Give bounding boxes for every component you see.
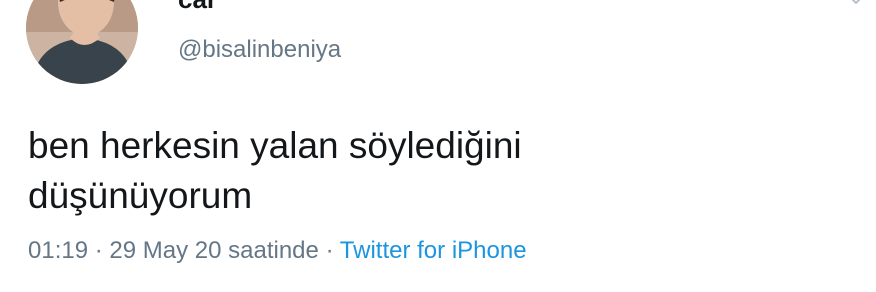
meta-separator: ·: [325, 237, 334, 264]
tweet-source-link[interactable]: Twitter for iPhone: [340, 237, 527, 264]
tweet-date[interactable]: 29 May 20 saatinde: [109, 237, 318, 264]
meta-separator: ·: [94, 237, 103, 264]
tweet-metadata: 01:19 · 29 May 20 saatinde · Twitter for…: [28, 236, 527, 266]
user-handle[interactable]: @bisalinbeniya: [178, 35, 341, 65]
tweet-text-line-2: düşünüyorum: [28, 175, 253, 216]
tweet-text: ben herkesin yalan söylediğini düşünüyor…: [28, 121, 848, 221]
avatar[interactable]: [26, 0, 138, 84]
tweet-time[interactable]: 01:19: [28, 237, 88, 264]
avatar-image: [26, 0, 138, 84]
display-name[interactable]: car: [178, 0, 217, 14]
chevron-down-icon[interactable]: [846, 0, 866, 10]
tweet-text-line-1: ben herkesin yalan söylediğini: [28, 125, 522, 166]
